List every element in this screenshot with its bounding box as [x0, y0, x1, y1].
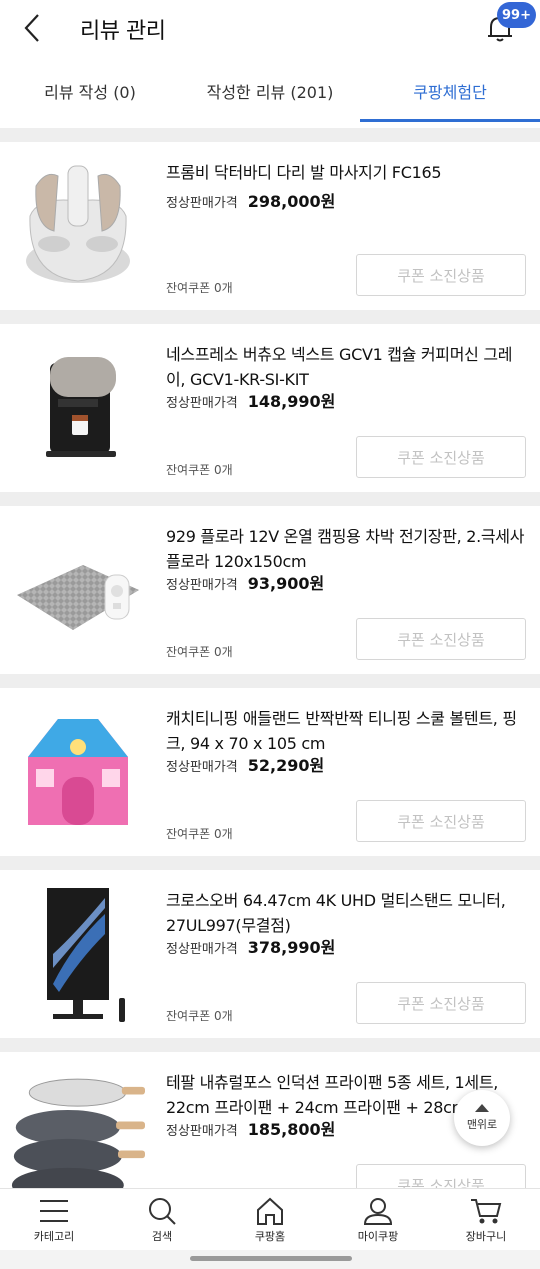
- back-button[interactable]: [14, 10, 50, 46]
- price-label: 정상판매가격: [166, 578, 238, 593]
- price-label: 정상판매가격: [166, 1124, 238, 1139]
- price-row: 정상판매가격 52,290원: [166, 752, 324, 776]
- coupon-exhausted-button[interactable]: 쿠폰 소진상품: [356, 254, 526, 296]
- price-value: 378,990원: [247, 938, 336, 957]
- list-item[interactable]: 캐치티니핑 애들랜드 반짝반짝 티니핑 스쿨 볼텐트, 핑크, 94 x 70 …: [0, 688, 540, 856]
- tab-written-reviews[interactable]: 작성한 리뷰 (201): [180, 60, 360, 122]
- notification-badge: 99+: [497, 2, 536, 28]
- coupon-exhausted-button[interactable]: 쿠폰 소진상품: [356, 618, 526, 660]
- coupon-count: 잔여쿠폰 0개: [166, 463, 233, 477]
- price-row: 정상판매가격 378,990원: [166, 934, 335, 958]
- tab-coupang-trial[interactable]: 쿠팡체험단: [360, 60, 540, 122]
- frying-pan-set-image: [10, 1066, 145, 1188]
- coupon-count: 잔여쿠폰 0개: [166, 827, 233, 841]
- coupon-exhausted-button[interactable]: 쿠폰 소진상품: [356, 800, 526, 842]
- bottom-navigation: 카테고리 검색 쿠팡홈 마이쿠팡 장바구니: [0, 1188, 540, 1250]
- cart-icon: [471, 1199, 502, 1224]
- tab-write-review[interactable]: 리뷰 작성 (0): [0, 60, 180, 122]
- system-home-bar: [0, 1250, 540, 1269]
- nav-my-coupang-label: 마이쿠팡: [357, 1230, 399, 1243]
- price-value: 52,290원: [247, 756, 325, 775]
- price-value: 298,000원: [247, 192, 336, 211]
- user-icon: [363, 1198, 393, 1225]
- product-name[interactable]: 프롬비 닥터바디 다리 발 마사지기 FC165: [166, 160, 528, 185]
- price-value: 93,900원: [247, 574, 325, 593]
- nav-search-label: 검색: [151, 1230, 173, 1243]
- coupon-exhausted-button[interactable]: 쿠폰 소진상품: [356, 436, 526, 478]
- list-item[interactable]: 929 플로라 12V 온열 캠핑용 차박 전기장판, 2.극세사플로라 120…: [0, 506, 540, 674]
- price-label: 정상판매가격: [166, 396, 238, 411]
- search-icon: [149, 1198, 176, 1225]
- nav-my-coupang[interactable]: 마이쿠팡: [324, 1189, 432, 1250]
- home-indicator[interactable]: [190, 1256, 352, 1261]
- electric-blanket-image: [10, 520, 145, 660]
- chevron-left-icon: [24, 14, 39, 42]
- price-value: 148,990원: [247, 392, 336, 411]
- price-label: 정상판매가격: [166, 196, 238, 211]
- list-item[interactable]: 프롬비 닥터바디 다리 발 마사지기 FC165 정상판매가격 298,000원…: [0, 142, 540, 310]
- coupon-exhausted-button[interactable]: 쿠폰 소진상품: [356, 982, 526, 1024]
- page-title: 리뷰 관리: [80, 19, 166, 44]
- coupon-exhausted-button[interactable]: 쿠폰 소진상품: [356, 1164, 526, 1188]
- price-value: 185,800원: [247, 1120, 336, 1139]
- nav-category[interactable]: 카테고리: [0, 1189, 108, 1250]
- menu-icon: [40, 1200, 68, 1222]
- product-name[interactable]: 크로스오버 64.47cm 4K UHD 멀티스탠드 모니터, 27UL997(…: [166, 888, 528, 938]
- header: 리뷰 관리 99+: [0, 0, 540, 58]
- nav-cart[interactable]: 장바구니: [432, 1189, 540, 1250]
- coupon-count: 잔여쿠폰 0개: [166, 645, 233, 659]
- nav-cart-label: 장바구니: [465, 1230, 507, 1243]
- scroll-to-top-label: 맨위로: [466, 1118, 498, 1131]
- price-row: 정상판매가격 93,900원: [166, 570, 324, 594]
- scroll-to-top-button[interactable]: 맨위로: [454, 1090, 510, 1146]
- product-list[interactable]: 프롬비 닥터바디 다리 발 마사지기 FC165 정상판매가격 298,000원…: [0, 128, 540, 1188]
- price-row: 정상판매가격 148,990원: [166, 388, 335, 412]
- play-tent-image: [10, 702, 145, 842]
- product-name[interactable]: 캐치티니핑 애들랜드 반짝반짝 티니핑 스쿨 볼텐트, 핑크, 94 x 70 …: [166, 706, 528, 756]
- coupon-count: 잔여쿠폰 0개: [166, 281, 233, 295]
- price-row: 정상판매가격 298,000원: [166, 188, 335, 212]
- list-item[interactable]: 네스프레소 버츄오 넥스트 GCV1 캡슐 커피머신 그레이, GCV1-KR-…: [0, 324, 540, 492]
- list-item[interactable]: 크로스오버 64.47cm 4K UHD 멀티스탠드 모니터, 27UL997(…: [0, 870, 540, 1038]
- nav-category-label: 카테고리: [33, 1230, 75, 1243]
- nav-home[interactable]: 쿠팡홈: [216, 1189, 324, 1250]
- price-label: 정상판매가격: [166, 760, 238, 775]
- product-name[interactable]: 929 플로라 12V 온열 캠핑용 차박 전기장판, 2.극세사플로라 120…: [166, 524, 528, 574]
- monitor-image: [10, 884, 145, 1024]
- nav-home-label: 쿠팡홈: [254, 1230, 286, 1243]
- foot-massager-image: [10, 156, 145, 296]
- coffee-machine-image: [10, 338, 145, 478]
- home-icon: [257, 1197, 283, 1225]
- nav-search[interactable]: 검색: [108, 1189, 216, 1250]
- price-row: 정상판매가격 185,800원: [166, 1116, 335, 1140]
- price-label: 정상판매가격: [166, 942, 238, 957]
- product-name[interactable]: 네스프레소 버츄오 넥스트 GCV1 캡슐 커피머신 그레이, GCV1-KR-…: [166, 342, 528, 392]
- arrow-up-icon: [475, 1104, 489, 1112]
- coupon-count: 잔여쿠폰 0개: [166, 1009, 233, 1023]
- tab-bar: 리뷰 작성 (0) 작성한 리뷰 (201) 쿠팡체험단: [0, 60, 540, 122]
